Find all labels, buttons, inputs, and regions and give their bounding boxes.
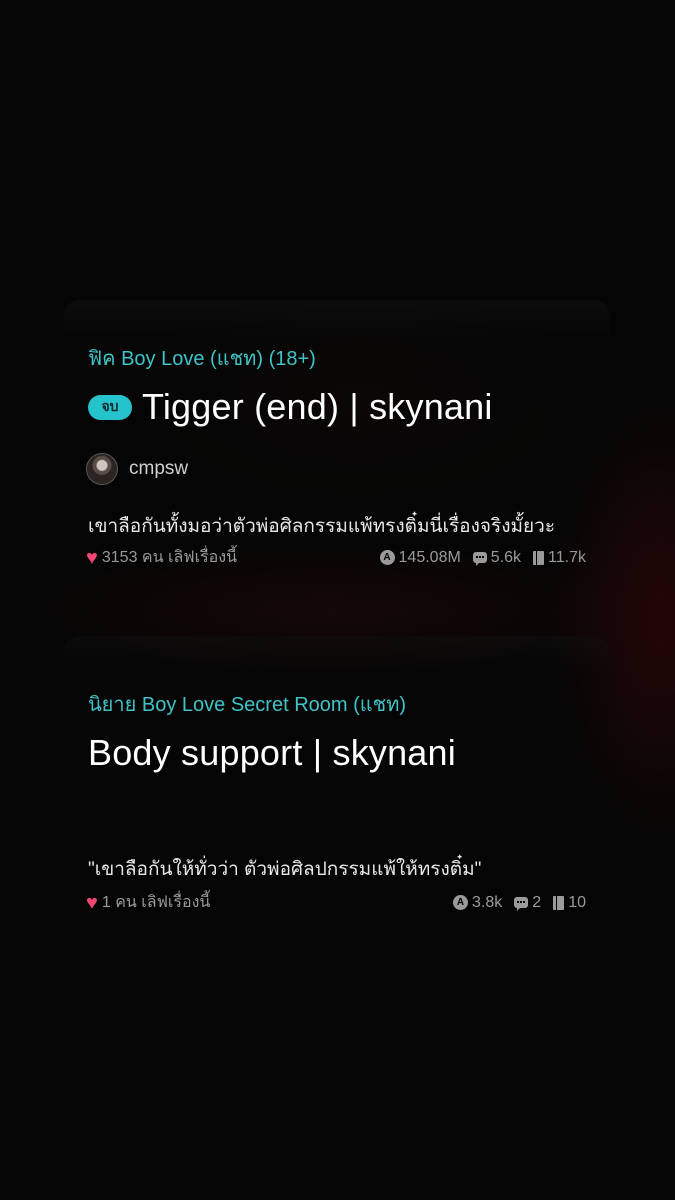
author-row[interactable]: cmpsw <box>86 453 188 485</box>
views-count: 3.8k <box>472 893 503 911</box>
story-card-1[interactable]: ฟิค Boy Love (แชท) (18+) จบ Tigger (end)… <box>64 300 610 600</box>
heart-icon: ♥ <box>86 546 98 569</box>
story-title-row[interactable]: Body support | skynani <box>88 732 456 774</box>
comments-count: 5.6k <box>490 548 522 566</box>
likes: ♥ 1 คน เลิฟเรื่องนี้ <box>86 890 210 915</box>
comments-count: 2 <box>532 893 542 911</box>
completed-badge: จบ <box>88 394 132 420</box>
likes-count: 3153 คน เลิฟเรื่องนี้ <box>101 549 238 566</box>
chapters-count: 11.7k <box>548 548 586 566</box>
author-avatar[interactable] <box>86 453 118 485</box>
comment-icon <box>472 552 487 566</box>
comments-metric: 2 <box>514 894 541 912</box>
story-description: เขาลือกันทั้งมอว่าตัวพ่อศิลกรรมแพ้ทรงติ๋… <box>88 516 556 537</box>
story-title[interactable]: Body support | skynani <box>88 732 456 774</box>
likes: ♥ 3153 คน เลิฟเรื่องนี้ <box>86 545 237 570</box>
story-metrics: A 145.08M 5.6k 11.7k <box>368 549 586 567</box>
eye-view-icon: A <box>453 895 469 910</box>
likes-count: 1 คน เลิฟเรื่องนี้ <box>101 894 211 911</box>
eye-view-icon: A <box>379 550 395 565</box>
comment-icon <box>514 897 529 911</box>
book-icon <box>553 895 565 910</box>
views-count: 145.08M <box>398 548 461 566</box>
story-description: "เขาลือกันให้ทั่วว่า ตัวพ่อศิลปกรรมแพ้ให… <box>88 859 482 880</box>
views-metric: A 145.08M <box>379 548 461 567</box>
chapters-metric: 10 <box>553 894 586 912</box>
heart-icon: ♥ <box>86 891 98 914</box>
story-metrics: A 3.8k 2 10 <box>441 894 586 912</box>
story-stats: ♥ 3153 คน เลิฟเรื่องนี้ A 145.08M 5.6k 1… <box>86 545 586 570</box>
story-stats: ♥ 1 คน เลิฟเรื่องนี้ A 3.8k 2 10 <box>86 890 586 915</box>
book-icon <box>533 550 545 565</box>
story-category[interactable]: นิยาย Boy Love Secret Room (แชท) <box>88 688 406 720</box>
story-title-row[interactable]: จบ Tigger (end) | skynani <box>88 386 493 428</box>
comments-metric: 5.6k <box>472 548 522 567</box>
story-category[interactable]: ฟิค Boy Love (แชท) (18+) <box>88 342 316 374</box>
author-name[interactable]: cmpsw <box>129 458 188 480</box>
story-card-2[interactable]: นิยาย Boy Love Secret Room (แชท) Body su… <box>64 636 610 936</box>
chapters-count: 10 <box>568 893 586 911</box>
chapters-metric: 11.7k <box>533 549 586 567</box>
views-metric: A 3.8k <box>453 894 502 912</box>
story-title[interactable]: Tigger (end) | skynani <box>142 386 493 428</box>
